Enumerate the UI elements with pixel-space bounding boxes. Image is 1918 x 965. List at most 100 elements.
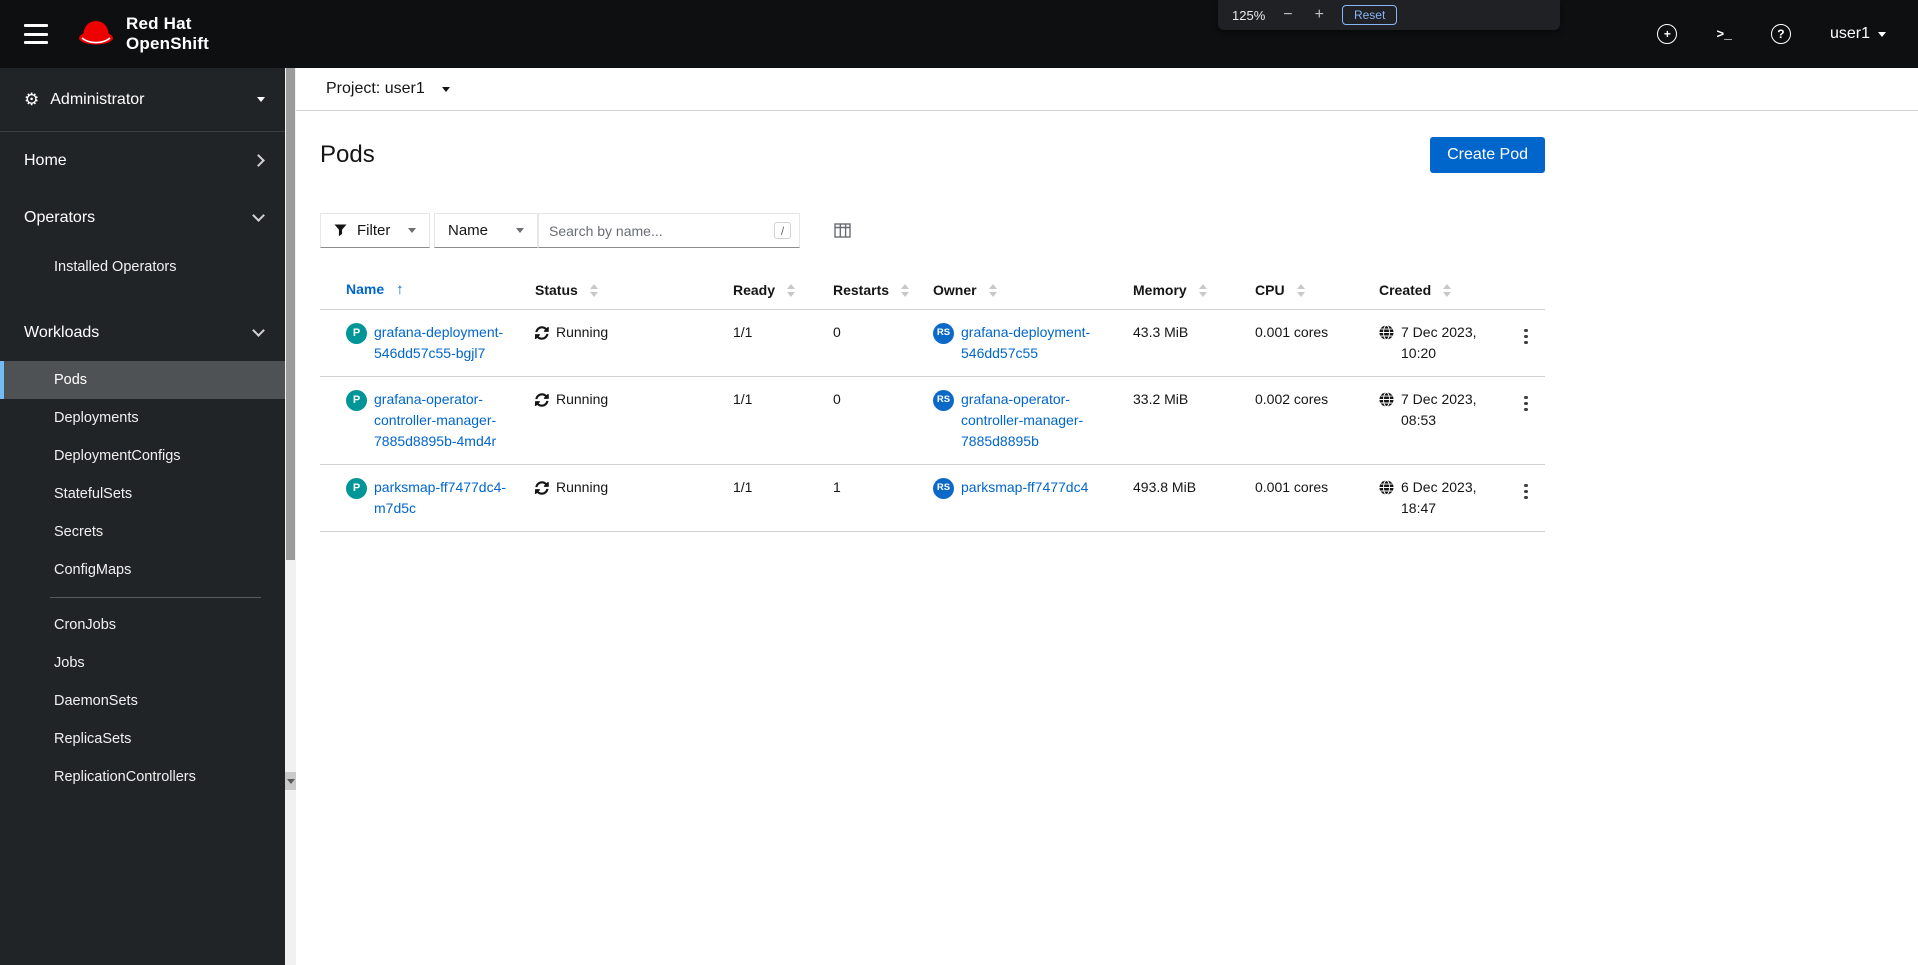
- caret-down-icon: [286, 778, 295, 784]
- help-icon: ?: [1770, 24, 1791, 44]
- sync-running-icon: [535, 325, 549, 340]
- redhat-openshift-logo[interactable]: Red Hat OpenShift: [76, 14, 209, 54]
- project-bar: Project: user1: [296, 68, 1918, 111]
- columns-icon: [834, 223, 851, 238]
- search-input[interactable]: [538, 213, 800, 248]
- perspective-switcher[interactable]: ⚙ Administrator: [0, 68, 285, 132]
- sidebar-item-pods[interactable]: Pods: [0, 361, 285, 399]
- owner-link[interactable]: grafana-operator-controller-manager-7885…: [961, 389, 1117, 452]
- sidebar-item-statefulsets[interactable]: StatefulSets: [0, 475, 285, 513]
- pod-name-link[interactable]: grafana-deployment-546dd57c55-bgjl7: [374, 322, 519, 364]
- pod-cpu: 0.001 cores: [1255, 479, 1329, 495]
- search-attribute-dropdown[interactable]: Name: [434, 213, 538, 248]
- sidebar-scrollbar[interactable]: [285, 68, 296, 965]
- workloads-sublist: Pods Deployments DeploymentConfigs State…: [0, 361, 285, 796]
- column-header-status[interactable]: Status: [527, 270, 725, 310]
- quick-create-button[interactable]: +: [1651, 23, 1683, 45]
- sync-running-icon: [535, 392, 549, 407]
- chevron-down-icon: [1878, 31, 1886, 37]
- sidebar-item-deploymentconfigs[interactable]: DeploymentConfigs: [0, 437, 285, 475]
- zoom-reset-button[interactable]: Reset: [1341, 5, 1398, 25]
- sidebar-item-deployments[interactable]: Deployments: [0, 399, 285, 437]
- filter-icon: [334, 224, 347, 237]
- table-row: P grafana-deployment-546dd57c55-bgjl7 Ru…: [320, 309, 1545, 377]
- chevron-right-icon: [252, 154, 265, 167]
- replicaset-badge: RS: [933, 390, 954, 411]
- sidebar-item-workloads[interactable]: Workloads: [0, 304, 285, 361]
- zoom-out-button[interactable]: −: [1279, 7, 1296, 23]
- pod-restarts: 0: [833, 391, 841, 407]
- create-pod-button[interactable]: Create Pod: [1430, 137, 1545, 173]
- sidebar-item-replicasets[interactable]: ReplicaSets: [0, 720, 285, 758]
- replicaset-badge: RS: [933, 323, 954, 344]
- sidebar-item-cronjobs[interactable]: CronJobs: [0, 606, 285, 644]
- user-menu[interactable]: user1: [1824, 24, 1892, 44]
- kebab-menu-button[interactable]: [1516, 389, 1536, 418]
- page-title: Pods: [320, 141, 375, 168]
- column-header-owner[interactable]: Owner: [925, 270, 1125, 310]
- sort-icon: [787, 284, 796, 298]
- nav-divider: [50, 597, 261, 598]
- sidebar-item-daemonsets[interactable]: DaemonSets: [0, 682, 285, 720]
- perspective-label: Administrator: [50, 90, 145, 108]
- chevron-down-icon: [516, 228, 524, 233]
- hamburger-icon: [24, 24, 48, 27]
- help-button[interactable]: ?: [1765, 23, 1797, 45]
- pod-ready: 1/1: [733, 391, 753, 407]
- sort-icon: [988, 284, 997, 298]
- column-header-ready[interactable]: Ready: [725, 270, 825, 310]
- main-content: Project: user1 Pods Create Pod Filter Na…: [296, 68, 1918, 965]
- column-header-memory[interactable]: Memory: [1125, 270, 1247, 310]
- sort-icon: [1198, 284, 1207, 298]
- column-header-restarts[interactable]: Restarts: [825, 270, 925, 310]
- masthead: Red Hat OpenShift + >_ ? user1: [0, 0, 1918, 68]
- operators-sublist: Installed Operators: [0, 246, 285, 288]
- scrollbar-down-arrow[interactable]: [285, 772, 296, 790]
- column-header-cpu[interactable]: CPU: [1247, 270, 1371, 310]
- sidebar-item-jobs[interactable]: Jobs: [0, 644, 285, 682]
- sidebar-item-secrets[interactable]: Secrets: [0, 513, 285, 551]
- pod-name-link[interactable]: parksmap-ff7477dc4-m7d5c: [374, 477, 519, 519]
- sidebar-item-replicationcontrollers[interactable]: ReplicationControllers: [0, 758, 285, 796]
- column-header-name[interactable]: Name ↑: [320, 270, 527, 310]
- chevron-down-icon: [408, 228, 416, 233]
- redhat-hat-icon: [76, 17, 116, 52]
- sidebar-item-home[interactable]: Home: [0, 132, 285, 189]
- nav-toggle-button[interactable]: [22, 23, 50, 45]
- list-toolbar: Filter Name /: [320, 213, 1545, 248]
- sort-icon: [901, 284, 910, 298]
- chevron-down-icon: [257, 97, 265, 102]
- globe-icon: [1379, 392, 1394, 407]
- owner-link[interactable]: grafana-deployment-546dd57c55: [961, 322, 1117, 364]
- page-header: Pods Create Pod: [320, 137, 1545, 173]
- pod-ready: 1/1: [733, 479, 753, 495]
- column-header-created[interactable]: Created: [1371, 270, 1508, 310]
- sidebar-nav: ⚙ Administrator Home Operators Installed…: [0, 68, 285, 965]
- zoom-in-button[interactable]: +: [1311, 7, 1328, 23]
- sync-running-icon: [535, 480, 549, 495]
- pod-created: 7 Dec 2023, 08:53: [1401, 391, 1477, 428]
- pod-badge: P: [346, 323, 367, 344]
- kebab-menu-button[interactable]: [1516, 322, 1536, 351]
- scrollbar-thumb[interactable]: [286, 68, 295, 560]
- keyboard-shortcut-badge: /: [774, 222, 791, 239]
- project-selector[interactable]: Project: user1: [320, 79, 456, 99]
- filter-dropdown[interactable]: Filter: [320, 213, 430, 248]
- kebab-menu-button[interactable]: [1516, 477, 1536, 506]
- column-management-button[interactable]: [832, 221, 853, 240]
- sidebar-item-installed-operators[interactable]: Installed Operators: [0, 246, 285, 288]
- quick-create-icon: +: [1657, 24, 1678, 44]
- sidebar-item-configmaps[interactable]: ConfigMaps: [0, 551, 285, 589]
- pod-badge: P: [346, 390, 367, 411]
- masthead-actions: + >_ ? user1: [1651, 23, 1918, 45]
- pods-table: Name ↑ Status Ready Restarts Owner Memory…: [320, 270, 1545, 532]
- web-terminal-button[interactable]: >_: [1710, 26, 1738, 43]
- owner-link[interactable]: parksmap-ff7477dc4: [961, 477, 1088, 498]
- sidebar-item-operators[interactable]: Operators: [0, 189, 285, 246]
- table-row: P grafana-operator-controller-manager-78…: [320, 376, 1545, 465]
- table-row: P parksmap-ff7477dc4-m7d5c Running 1/1 1: [320, 464, 1545, 532]
- pod-name-link[interactable]: grafana-operator-controller-manager-7885…: [374, 389, 519, 452]
- sort-icon: [1296, 284, 1305, 298]
- chevron-down-icon: [252, 209, 265, 222]
- pod-status: Running: [556, 324, 609, 340]
